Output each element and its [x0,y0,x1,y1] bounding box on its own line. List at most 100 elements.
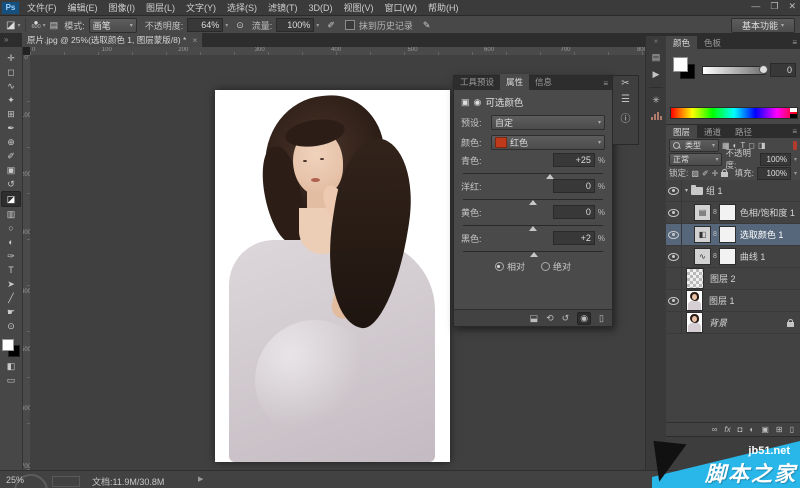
layer-row-hue-saturation[interactable]: ▤ 8 色相/饱和度 1 [666,202,800,224]
brush-preset-picker[interactable]: ● 600 [31,20,40,30]
document-tab[interactable]: 原片.jpg @ 25%(选取颜色 1, 图层蒙版/8) * × [22,33,202,47]
fill-caret-icon[interactable]: ▾ [794,170,797,177]
tool-presets-panel-icon[interactable]: ✂ [621,78,629,89]
menu-window[interactable]: 窗口(W) [385,1,418,14]
cyan-slider-track[interactable] [463,173,603,174]
color-spectrum-ramp[interactable] [670,107,798,119]
tab-swatches[interactable]: 色板 [697,36,728,49]
flow-input[interactable]: 100% [276,18,314,32]
opacity-input[interactable]: 64% [187,18,223,32]
blend-mode-dropdown[interactable]: 正常 ▾ [669,153,722,166]
group-expand-caret-icon[interactable]: ▾ [685,187,688,194]
history-brush-tool[interactable]: ↺ [2,177,20,191]
layer-mask-thumbnail[interactable] [719,204,736,221]
clip-to-layer-icon[interactable]: ⬓ [530,313,539,324]
info-panel-icon[interactable]: ⓘ [621,110,631,125]
document-tab-close-icon[interactable]: × [192,35,197,45]
flow-caret-icon[interactable]: ▾ [316,22,319,29]
workspace-switcher-button[interactable]: 基本功能 ▾ [731,18,795,33]
menu-file[interactable]: 文件(F) [27,1,57,14]
gradient-tool[interactable]: ▥ [2,207,20,221]
filter-smart-icon[interactable]: ◨ [758,141,766,150]
link-layers-icon[interactable]: ∞ [712,425,718,434]
lock-all-icon[interactable] [721,172,728,177]
tablet-pressure-size-icon[interactable]: ✎ [423,20,431,31]
magenta-slider-track[interactable] [463,199,603,200]
layer-mask-thumbnail[interactable] [719,226,736,243]
layer-thumbnail-photo[interactable] [686,290,703,311]
adjustments-panel-icon[interactable]: ✳ [652,95,660,106]
relative-radio[interactable]: 相对 [495,260,525,273]
brush-picker-caret-icon[interactable]: ▾ [43,22,46,29]
path-select-tool[interactable]: ➤ [2,277,20,291]
layer-filter-dropdown[interactable]: 类型 ▾ [669,139,719,152]
fill-input[interactable]: 100% [757,167,791,180]
layer-row-curves[interactable]: ∿ 8 曲线 1 [666,246,800,268]
erase-to-history-checkbox[interactable] [345,20,355,30]
cyan-value-input[interactable]: +25 [553,153,595,167]
document-image[interactable] [215,90,450,462]
tab-properties[interactable]: 属性 [500,74,529,90]
mode-dropdown[interactable]: 画笔 ▾ [89,18,137,33]
tool-preset-caret-icon[interactable]: ▾ [17,22,20,29]
tools-collapse-icon[interactable]: » [4,35,8,44]
close-button[interactable]: ✕ [788,1,796,12]
layer-row-1-eye[interactable] [668,209,679,217]
layer-row-selective-color[interactable]: ◧ 8 选取颜色 1 [666,224,800,246]
color-swatches[interactable] [2,339,20,359]
color-value-input[interactable]: 0 [770,63,796,77]
layer-style-icon[interactable]: fx [724,425,730,434]
histogram-panel-icon[interactable] [651,112,662,120]
properties-panel-icon[interactable]: ☰ [621,94,630,105]
panel-menu-icon[interactable]: ≡ [599,77,612,90]
shape-tool[interactable]: ╱ [2,291,20,305]
layer-row-0-eye[interactable] [668,187,679,195]
eyedropper-tool[interactable]: ✒ [2,121,20,135]
eraser-tool-icon[interactable]: ◪ [6,20,15,31]
menu-image[interactable]: 图像(I) [109,1,136,14]
new-adjustment-icon[interactable]: ◐ [749,425,754,434]
layer-row-2-eye[interactable] [668,231,679,239]
layer-row-layer1[interactable]: 图层 1 [666,290,800,312]
blur-tool[interactable]: ○ [2,221,20,235]
tab-channels[interactable]: 通道 [697,125,728,138]
magenta-slider-thumb[interactable] [529,200,537,205]
menu-view[interactable]: 视图(V) [344,1,374,14]
toggle-brush-panel-icon[interactable]: ▤ [50,20,59,31]
delete-adjustment-icon[interactable]: ▯ [599,313,604,324]
menu-3d[interactable]: 3D(D) [309,3,333,13]
view-previous-state-icon[interactable]: ⟲ [546,313,554,324]
move-tool[interactable]: ✛ [2,51,20,65]
menu-edit[interactable]: 编辑(E) [68,1,98,14]
menu-help[interactable]: 帮助(H) [428,1,459,14]
status-arrow-icon[interactable]: ▶ [198,475,203,483]
reset-adjustment-icon[interactable]: ↺ [562,313,570,324]
eraser-tool[interactable]: ◪ [1,191,21,207]
layers-opacity-input[interactable]: 100% [760,153,791,166]
marquee-tool[interactable]: ◻ [2,65,20,79]
layers-panel-menu-icon[interactable]: ≡ [792,127,797,136]
layer-row-3-eye[interactable] [668,253,679,261]
cyan-slider-thumb[interactable] [546,174,554,179]
layer-mask-thumbnail[interactable] [719,248,736,265]
layer-row-group1[interactable]: ▾ 组 1 [666,180,800,202]
layer-row-layer2[interactable]: 图层 2 [666,268,800,290]
opacity-caret-icon[interactable]: ▾ [225,22,228,29]
delete-layer-icon[interactable]: ▯ [790,425,794,434]
ramp-black-swatch[interactable] [790,114,797,118]
tab-info[interactable]: 信息 [529,74,558,90]
airbrush-icon[interactable]: ✐ [327,20,335,31]
dodge-tool[interactable]: ◐ [2,235,20,249]
quick-mask-button[interactable]: ◧ [2,359,20,373]
healing-brush-tool[interactable]: ⊕ [2,135,20,149]
lock-transparency-icon[interactable]: ▨ [691,169,699,178]
dock-collapse-icon[interactable]: » [654,38,658,45]
add-mask-icon[interactable]: ◘ [738,425,743,434]
pen-tool[interactable]: ✑ [2,249,20,263]
yellow-value-input[interactable]: 0 [553,205,595,219]
menu-type[interactable]: 文字(Y) [186,1,216,14]
lock-position-icon[interactable]: ✛ [712,169,719,178]
black-value-input[interactable]: +2 [553,231,595,245]
minimize-button[interactable]: — [751,1,760,12]
color-slider-track[interactable] [702,66,766,75]
